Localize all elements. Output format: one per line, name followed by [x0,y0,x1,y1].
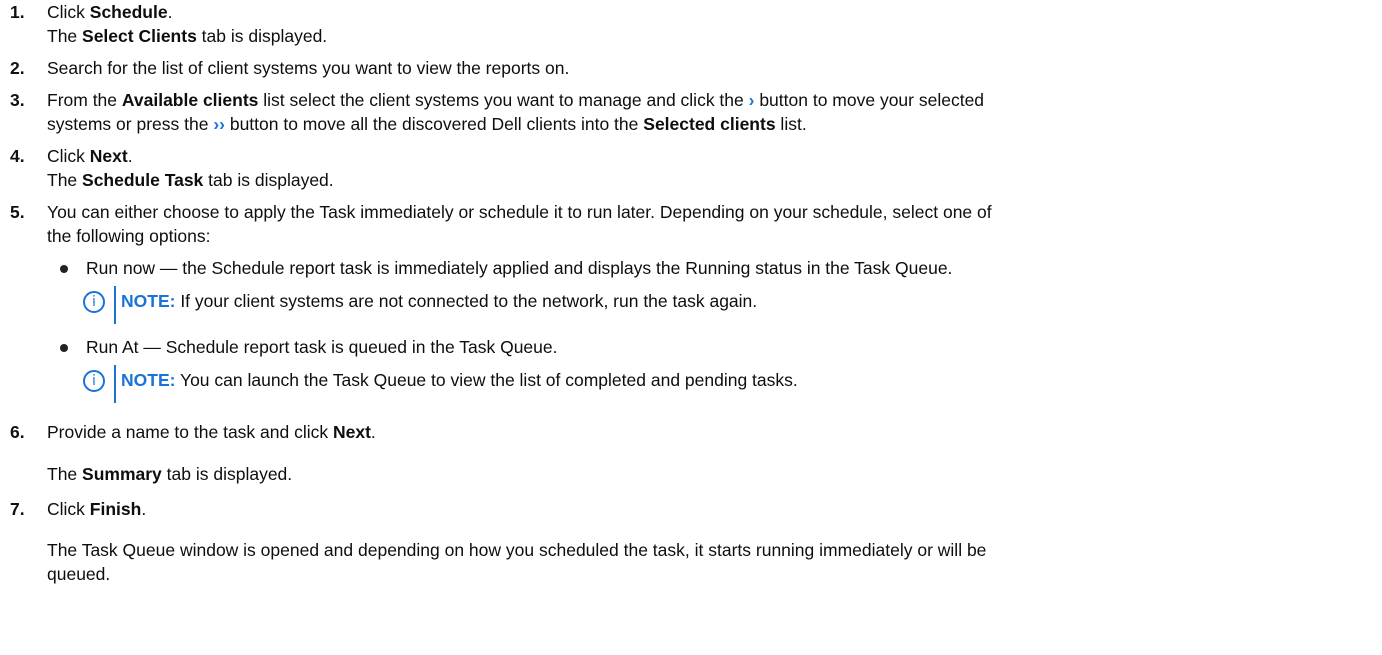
step-6-line-1: Provide a name to the task and click Nex… [47,420,1376,444]
ui-term-selected-clients: Selected clients [643,114,776,134]
text: tab is displayed. [161,464,293,484]
text: Click [47,146,90,166]
text: Click [47,499,90,519]
text: list. [775,114,807,134]
ui-term-schedule: Schedule [89,2,168,22]
info-circle-icon: i [83,370,105,392]
step-number: 6. [10,422,25,442]
note-text: NOTE: If your client systems are not con… [121,289,757,313]
step-3-line-2: systems or press the ›› button to move a… [47,112,1376,136]
step-7: 7. Click Finish. [0,497,1376,521]
option-run-at: Run At — Schedule report task is queued … [47,335,1376,359]
note-label: NOTE: [121,370,176,390]
ui-term-next: Next [332,422,371,442]
note-label: NOTE: [121,291,176,311]
step-1-line-1: Click Schedule. [47,0,1376,24]
note-text: NOTE: You can launch the Task Queue to v… [121,368,798,392]
step-number: 4. [10,146,25,166]
step-number: 1. [10,2,25,22]
step-5: 5. You can either choose to apply the Ta… [0,200,1376,248]
step-7-line-3: queued. [47,564,111,584]
step-4: 4. Click Next. The Schedule Task tab is … [0,144,1376,192]
step-1: 1. Click Schedule. The Select Clients ta… [0,0,1376,48]
step-3: 3. From the Available clients list selec… [0,88,1376,136]
text: list select the client systems you want … [258,90,749,110]
step-2-text: Search for the list of client systems yo… [47,58,570,78]
text: The [47,26,83,46]
text: . [127,146,133,166]
text: button to move your selected [754,90,985,110]
text: The [47,170,83,190]
ui-term-next: Next [89,146,128,166]
ui-term-finish: Finish [89,499,142,519]
step-number: 2. [10,58,25,78]
procedure-document: 1. Click Schedule. The Select Clients ta… [0,0,1382,655]
text: tab is displayed. [203,170,334,190]
step-number: 7. [10,499,25,519]
text: The [47,464,83,484]
text: . [370,422,376,442]
text: systems or press the [47,114,214,134]
text: Provide a name to the task and click [47,422,333,442]
note-body: You can launch the Task Queue to view th… [175,370,798,390]
text: tab is displayed. [196,26,328,46]
step-6-result: The Summary tab is displayed. [0,462,1376,486]
bullet-icon [60,344,68,352]
step-1-line-2: The Select Clients tab is displayed. [47,24,1376,48]
info-circle-icon: i [83,291,105,313]
ui-term-available-clients: Available clients [121,90,259,110]
step-7-result: The Task Queue window is opened and depe… [0,538,1376,586]
step-number: 3. [10,90,25,110]
note-run-now: i NOTE: If your client systems are not c… [83,286,1376,329]
step-number: 5. [10,202,25,222]
step-2: 2. Search for the list of client systems… [0,56,1376,80]
ui-term-schedule-task: Schedule Task [82,170,204,190]
text: From the [47,90,122,110]
ui-term-select-clients: Select Clients [82,26,197,46]
note-divider [114,365,116,403]
ui-term-summary: Summary [82,464,162,484]
text: button to move all the discovered Dell c… [224,114,644,134]
step-7-line-1: Click Finish. [47,497,1376,521]
text: . [167,2,173,22]
option-run-now-text: Run now — the Schedule report task is im… [86,258,953,278]
step-4-line-1: Click Next. [47,144,1376,168]
option-run-now: Run now — the Schedule report task is im… [47,256,1376,280]
note-run-at: i NOTE: You can launch the Task Queue to… [83,365,1376,408]
double-chevron-right-icon: ›› [213,114,225,134]
step-5-line-2: the following options: [47,226,211,246]
step-5-line-1: You can either choose to apply the Task … [47,202,992,222]
text: Click [47,2,90,22]
bullet-icon [60,265,68,273]
step-6: 6. Provide a name to the task and click … [0,420,1376,444]
step-6-line-2: The Summary tab is displayed. [47,462,1376,486]
step-7-line-2: The Task Queue window is opened and depe… [47,540,987,560]
note-divider [114,286,116,324]
note-body: If your client systems are not connected… [175,291,758,311]
step-3-line-1: From the Available clients list select t… [47,88,1376,112]
step-4-line-2: The Schedule Task tab is displayed. [47,168,1376,192]
option-run-at-text: Run At — Schedule report task is queued … [86,337,558,357]
text: . [141,499,147,519]
